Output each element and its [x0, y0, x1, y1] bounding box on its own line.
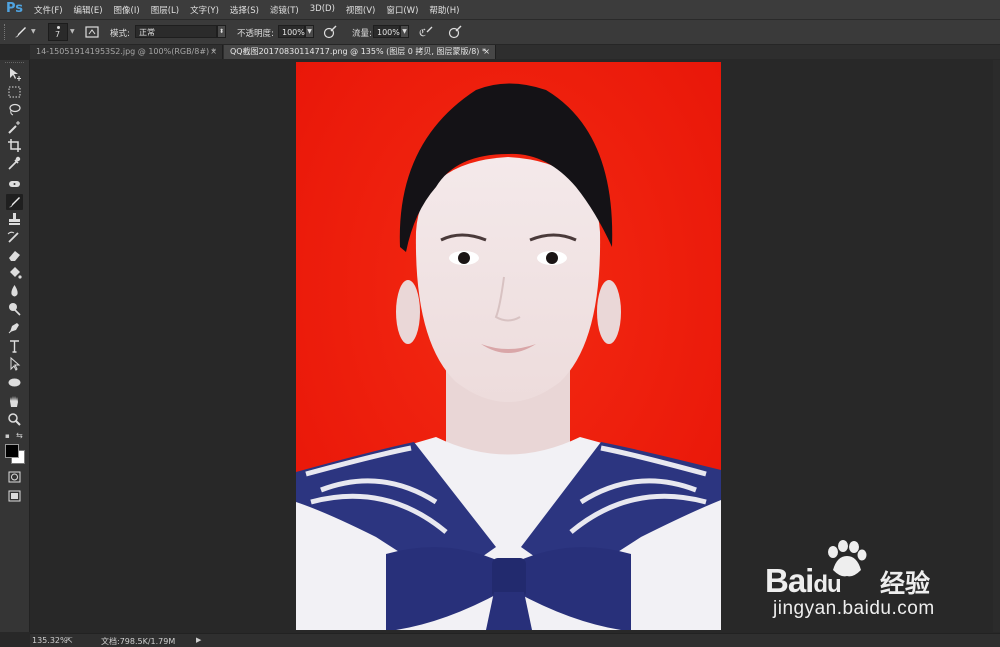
export-icon[interactable]: ⇱ [66, 636, 73, 645]
ellipse-tool-icon[interactable] [6, 374, 23, 390]
watermark-url: jingyan.baidu.com [773, 598, 935, 619]
zoom-tool-icon[interactable] [6, 411, 23, 427]
screen-mode-icon[interactable] [6, 488, 23, 504]
status-bar: 135.32% ⇱ 文档:798.5K/1.79M ▶ [30, 633, 1000, 647]
close-icon[interactable]: × [483, 45, 490, 58]
photoshop-logo: Ps [6, 1, 24, 16]
menu-select[interactable]: 选择(S) [230, 4, 259, 16]
menu-view[interactable]: 视图(V) [346, 4, 375, 16]
brush-tool-panel-icon[interactable] [6, 194, 23, 210]
options-bar: ▼ 7 ▼ 模式: 正常 ⬍ 不透明度: 100% ▼ 流量: 100% ▼ ℭ [0, 20, 1000, 45]
eraser-tool-icon[interactable] [6, 247, 23, 263]
opacity-dropdown-icon[interactable]: ▼ [305, 25, 314, 38]
tab-document-2[interactable]: QQ截图20170830114717.png @ 135% (图层 0 拷贝, … [224, 45, 496, 59]
portrait-photo [296, 62, 721, 630]
menu-bar: Ps 文件(F) 编辑(E) 图像(I) 图层(L) 文字(Y) 选择(S) 滤… [0, 0, 1000, 20]
menu-image[interactable]: 图像(I) [114, 4, 140, 16]
watermark-brand-cn: 经验 [880, 569, 931, 598]
brush-tool-icon[interactable] [12, 24, 28, 40]
eyedropper-tool-icon[interactable] [6, 155, 23, 171]
airbrush-icon[interactable]: ℭ [418, 24, 434, 40]
pen-tool-icon[interactable] [6, 319, 23, 335]
swap-colors-icon[interactable]: ⇆ [16, 431, 23, 440]
status-menu-arrow-icon[interactable]: ▶ [196, 636, 201, 644]
brush-preset-picker[interactable]: 7 [48, 23, 68, 41]
document-size: 文档:798.5K/1.79M [101, 637, 176, 646]
opacity-input[interactable]: 100% [278, 25, 305, 38]
hand-tool-icon[interactable] [6, 393, 23, 409]
lasso-tool-icon[interactable] [6, 102, 23, 118]
marquee-tool-icon[interactable] [6, 84, 23, 100]
menu-3d[interactable]: 3D(D) [310, 4, 335, 16]
options-grip [4, 24, 7, 40]
pressure-opacity-icon[interactable] [322, 24, 338, 40]
flow-input[interactable]: 100% [373, 25, 400, 38]
type-tool-icon[interactable] [6, 338, 23, 354]
paint-bucket-tool-icon[interactable] [6, 265, 23, 281]
tab-label: 14-150519141953S2.jpg @ 100%(RGB/8#) * [36, 47, 216, 56]
dodge-tool-icon[interactable] [6, 301, 23, 317]
move-tool-icon[interactable] [6, 66, 23, 82]
baidu-jingyan-watermark: Baidu 经验 jingyan.baidu.com [765, 540, 985, 630]
tab-document-1[interactable]: 14-150519141953S2.jpg @ 100%(RGB/8#) * × [30, 45, 223, 59]
menu-file[interactable]: 文件(F) [34, 4, 63, 16]
tab-label: QQ截图20170830114717.png @ 135% (图层 0 拷贝, … [230, 47, 486, 56]
document-canvas[interactable] [296, 62, 721, 630]
brush-panel-toggle-icon[interactable] [84, 24, 100, 40]
clone-stamp-tool-icon[interactable] [6, 211, 23, 227]
menu-layer[interactable]: 图层(L) [151, 4, 179, 16]
svg-text:ℭ: ℭ [419, 28, 426, 39]
watermark-brand-bai: Bai [765, 562, 814, 599]
mode-label: 模式: [110, 29, 130, 39]
flow-dropdown-icon[interactable]: ▼ [400, 25, 409, 38]
menu-edit[interactable]: 编辑(E) [74, 4, 103, 16]
mode-dropdown-icon[interactable]: ⬍ [217, 25, 226, 38]
history-brush-tool-icon[interactable] [6, 229, 23, 245]
mode-select[interactable]: 正常 [135, 25, 217, 38]
menu-filter[interactable]: 滤镜(T) [270, 4, 299, 16]
menu-type[interactable]: 文字(Y) [190, 4, 219, 16]
foreground-color-swatch[interactable] [5, 444, 19, 458]
brush-size-value: 7 [55, 30, 61, 39]
opacity-label: 不透明度: [237, 29, 274, 39]
menu-items: 文件(F) 编辑(E) 图像(I) 图层(L) 文字(Y) 选择(S) 滤镜(T… [34, 4, 470, 16]
tools-panel: ▪ ⇆ [0, 60, 30, 632]
default-colors-icon[interactable]: ▪ [5, 432, 10, 440]
crop-tool-icon[interactable] [6, 137, 23, 153]
magic-wand-tool-icon[interactable] [6, 119, 23, 135]
blur-tool-icon[interactable] [6, 283, 23, 299]
brush-tip-dot-icon [57, 26, 60, 29]
menu-help[interactable]: 帮助(H) [429, 4, 459, 16]
close-icon[interactable]: × [210, 45, 217, 58]
menu-window[interactable]: 窗口(W) [386, 4, 418, 16]
spot-healing-tool-icon[interactable] [6, 176, 23, 192]
pressure-size-icon[interactable] [447, 24, 463, 40]
quick-mask-icon[interactable] [6, 469, 23, 485]
brush-preset-arrow-icon[interactable]: ▼ [70, 28, 75, 35]
watermark-brand-du: du [813, 571, 841, 598]
tool-preset-arrow-icon[interactable]: ▼ [31, 28, 36, 35]
flow-label: 流量: [352, 29, 372, 39]
path-selection-tool-icon[interactable] [6, 356, 23, 372]
vertical-scrollbar[interactable] [993, 60, 1000, 632]
watermark-brand: Baidu [765, 562, 842, 600]
document-tabs: 14-150519141953S2.jpg @ 100%(RGB/8#) * ×… [30, 45, 1000, 59]
zoom-level[interactable]: 135.32% [32, 636, 68, 645]
